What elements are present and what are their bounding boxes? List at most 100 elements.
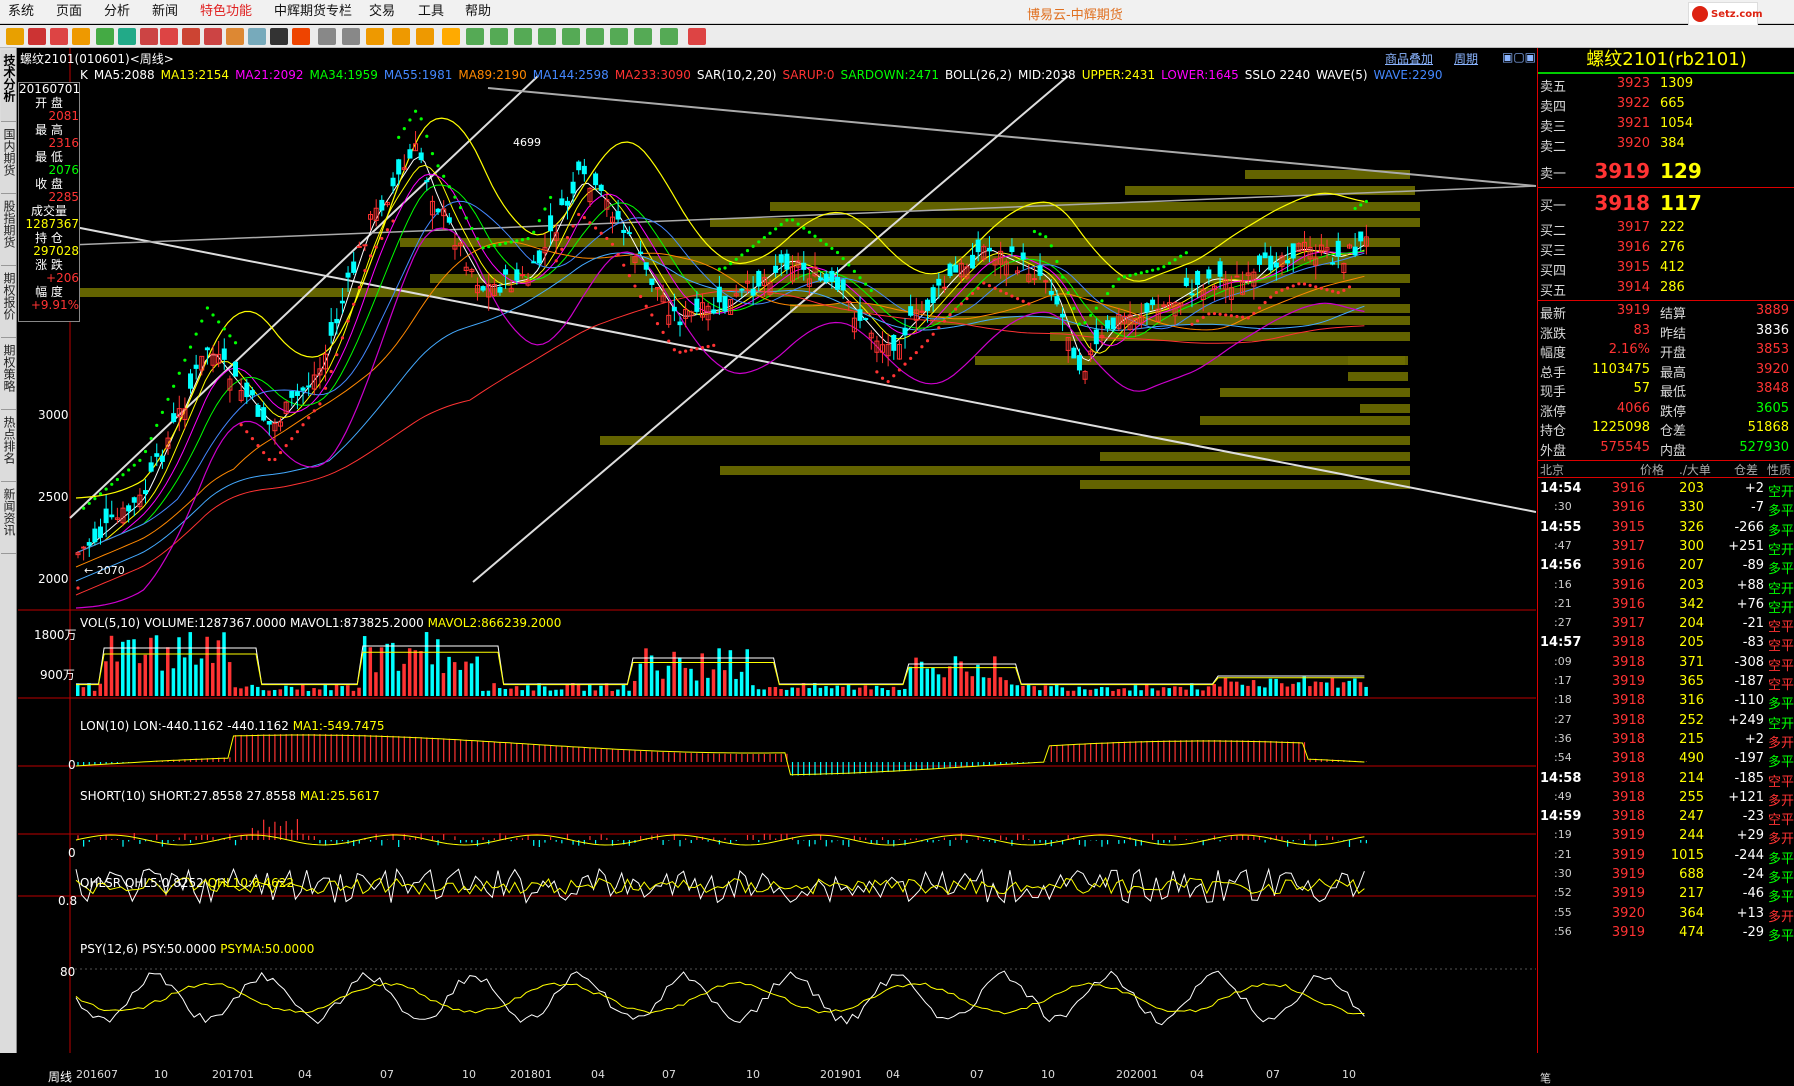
volume-bar xyxy=(199,658,204,696)
ask-row[interactable]: 卖五 3923 1309 xyxy=(1538,76,1794,96)
tab-option-strategy[interactable]: 期权策略 xyxy=(1,340,16,410)
tick-row[interactable]: :30 3919 688 -24 多平 xyxy=(1538,867,1794,886)
tick-time: :27 xyxy=(1554,616,1572,630)
period-link[interactable]: 周期 xyxy=(1454,50,1478,67)
bid-row[interactable]: 买二 3917 222 xyxy=(1538,220,1794,240)
candle-body xyxy=(339,300,345,304)
toolbar-button-icon[interactable] xyxy=(514,28,532,45)
tab-domestic-futures[interactable]: 国内期货 xyxy=(1,124,16,194)
toolbar-button-icon[interactable] xyxy=(248,28,266,45)
tick-row[interactable]: 14:59 3918 247 -23 空平 xyxy=(1538,809,1794,828)
ask-row[interactable]: 卖三 3921 1054 xyxy=(1538,116,1794,136)
ask-row[interactable]: 卖二 3920 384 xyxy=(1538,136,1794,156)
bid-row[interactable]: 买三 3916 276 xyxy=(1538,240,1794,260)
tick-price: 3918 xyxy=(1611,789,1645,805)
toolbar-button-icon[interactable] xyxy=(50,28,68,45)
tick-row[interactable]: :09 3918 371 -308 空平 xyxy=(1538,655,1794,674)
toolbar-button-icon[interactable] xyxy=(416,28,434,45)
tick-row[interactable]: :49 3918 255 +121 多开 xyxy=(1538,790,1794,809)
tab-option-quotes[interactable]: 期权报价 xyxy=(1,268,16,338)
toolbar-button-icon[interactable] xyxy=(318,28,336,45)
menu-trade[interactable]: 交易 xyxy=(369,4,395,22)
tick-row[interactable]: :47 3917 300 +251 空开 xyxy=(1538,539,1794,558)
sar-dot xyxy=(1044,235,1048,239)
tab-technical-analysis[interactable]: 技术分析 xyxy=(1,50,16,122)
chart-canvas[interactable] xyxy=(18,48,1536,1053)
tick-row[interactable]: :19 3919 244 +29 多开 xyxy=(1538,828,1794,847)
toolbar-button-icon[interactable] xyxy=(610,28,628,45)
sar-dot xyxy=(520,238,525,242)
tick-row[interactable]: 14:58 3918 214 -185 空平 xyxy=(1538,771,1794,790)
tick-row[interactable]: :27 3917 204 -21 空平 xyxy=(1538,616,1794,635)
bid-row[interactable]: 买五 3914 286 xyxy=(1538,280,1794,300)
x-axis-tick: 07 xyxy=(662,1068,676,1081)
toolbar-button-icon[interactable] xyxy=(204,28,222,45)
tick-row[interactable]: 14:55 3915 326 -266 多平 xyxy=(1538,520,1794,539)
tab-index-futures[interactable]: 股指期货 xyxy=(1,196,16,266)
tick-row[interactable]: :21 3916 342 +76 空开 xyxy=(1538,597,1794,616)
menu-system[interactable]: 系统 xyxy=(8,4,34,22)
tick-row[interactable]: :21 3919 1015 -244 多平 xyxy=(1538,848,1794,867)
tick-row[interactable]: :36 3918 215 +2 多开 xyxy=(1538,732,1794,751)
toolbar-button-icon[interactable] xyxy=(118,28,136,45)
tick-row[interactable]: 14:56 3916 207 -89 多平 xyxy=(1538,558,1794,577)
sar-dot xyxy=(1190,322,1194,326)
tab-hot-ranking[interactable]: 热点排名 xyxy=(1,412,16,482)
toolbar-button-icon[interactable] xyxy=(634,28,652,45)
toolbar-button-icon[interactable] xyxy=(442,28,460,45)
toolbar-button-icon[interactable] xyxy=(392,28,410,45)
candle-body xyxy=(643,262,649,270)
toolbar-button-icon[interactable] xyxy=(160,28,178,45)
toolbar-button-icon[interactable] xyxy=(366,28,384,45)
menu-page[interactable]: 页面 xyxy=(56,4,82,22)
window-controls-icon[interactable]: ▣▢▣ xyxy=(1502,50,1536,64)
tick-row[interactable]: :27 3918 252 +249 空开 xyxy=(1538,713,1794,732)
ask-row[interactable]: 卖四 3922 665 xyxy=(1538,96,1794,116)
tick-row[interactable]: :30 3916 330 -7 多平 xyxy=(1538,500,1794,519)
tick-row[interactable]: :18 3918 316 -110 多平 xyxy=(1538,693,1794,712)
tick-row[interactable]: :52 3919 217 -46 多平 xyxy=(1538,886,1794,905)
menu-help[interactable]: 帮助 xyxy=(465,4,491,22)
menu-analysis[interactable]: 分析 xyxy=(104,4,130,22)
volume-profile-bar xyxy=(600,436,1410,445)
menu-features[interactable]: 特色功能 xyxy=(200,4,252,22)
overlay-link[interactable]: 商品叠加 xyxy=(1385,50,1433,67)
toolbar-button-icon[interactable] xyxy=(140,28,158,45)
tick-footer-tab[interactable]: 笔 xyxy=(1540,1070,1551,1086)
toolbar-button-icon[interactable] xyxy=(28,28,46,45)
menu-tools[interactable]: 工具 xyxy=(418,4,444,22)
volume-bar xyxy=(874,685,879,696)
tick-row[interactable]: :55 3920 364 +13 多开 xyxy=(1538,906,1794,925)
menu-news[interactable]: 新闻 xyxy=(152,4,178,22)
toolbar-button-icon[interactable] xyxy=(342,28,360,45)
sar-dot xyxy=(1359,203,1363,207)
chart-area[interactable]: 螺纹2101(010601)<周线> 商品叠加 周期 ▣▢▣ K MA5:2088… xyxy=(18,48,1536,1084)
tick-row[interactable]: :56 3919 474 -29 多平 xyxy=(1538,925,1794,944)
toolbar-button-icon[interactable] xyxy=(660,28,678,45)
toolbar-button-icon[interactable] xyxy=(466,28,484,45)
tick-row[interactable]: 14:57 3918 205 -83 空平 xyxy=(1538,635,1794,654)
tick-row[interactable]: :17 3919 365 -187 空平 xyxy=(1538,674,1794,693)
tick-row[interactable]: :16 3916 203 +88 空开 xyxy=(1538,578,1794,597)
toolbar-button-icon[interactable] xyxy=(182,28,200,45)
toolbar-button-icon[interactable] xyxy=(72,28,90,45)
volume-bar xyxy=(1319,682,1323,696)
x-axis-tick: 10 xyxy=(1342,1068,1356,1081)
toolbar-button-icon[interactable] xyxy=(688,28,706,45)
tab-news[interactable]: 新闻资讯 xyxy=(1,484,16,554)
toolbar-button-icon[interactable] xyxy=(96,28,114,45)
tick-row[interactable]: :54 3918 490 -197 多平 xyxy=(1538,751,1794,770)
menu-zhonghui-column[interactable]: 中辉期货专栏 xyxy=(274,4,352,22)
toolbar-button-icon[interactable] xyxy=(226,28,244,45)
bid1-row[interactable]: 买一 3918 117 xyxy=(1538,191,1794,217)
ask1-row[interactable]: 卖一 3919 129 xyxy=(1538,159,1794,185)
toolbar-button-icon[interactable] xyxy=(292,28,310,45)
toolbar-button-icon[interactable] xyxy=(586,28,604,45)
toolbar-button-icon[interactable] xyxy=(562,28,580,45)
bid-row[interactable]: 买四 3915 412 xyxy=(1538,260,1794,280)
toolbar-button-icon[interactable] xyxy=(538,28,556,45)
toolbar-button-icon[interactable] xyxy=(6,28,24,45)
toolbar-button-icon[interactable] xyxy=(270,28,288,45)
tick-row[interactable]: 14:54 3916 203 +2 空开 xyxy=(1538,481,1794,500)
toolbar-button-icon[interactable] xyxy=(490,28,508,45)
